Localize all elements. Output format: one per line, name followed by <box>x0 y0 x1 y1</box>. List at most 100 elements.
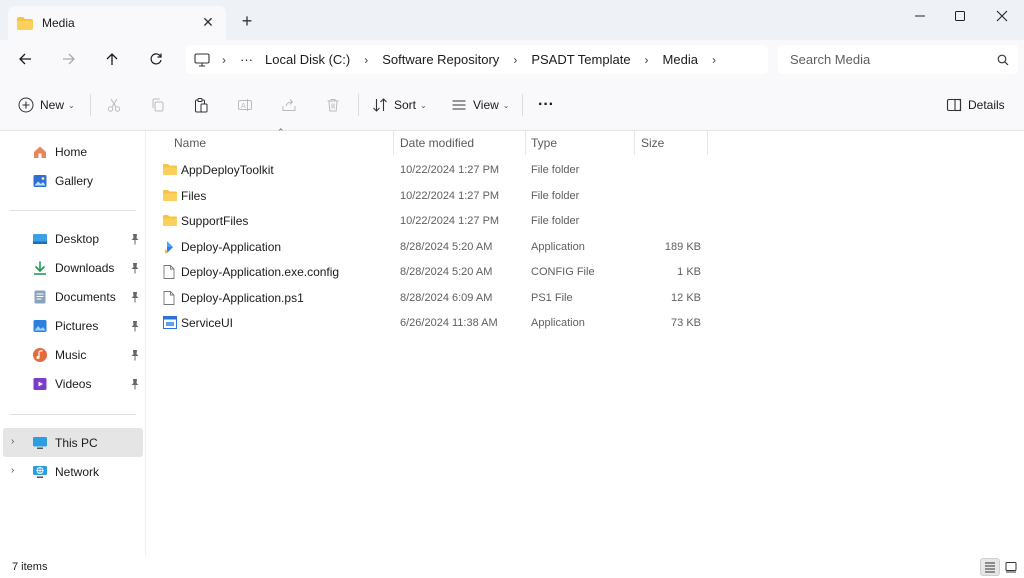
file-size: 189 KB <box>664 241 701 253</box>
folder-icon <box>163 214 177 228</box>
folder-icon <box>163 163 177 177</box>
delete-button[interactable] <box>325 93 341 117</box>
pin-icon[interactable] <box>130 262 140 274</box>
column-header-name[interactable]: Name <box>174 131 206 155</box>
sidebar-item-downloads[interactable]: Downloads <box>0 253 144 282</box>
chevron-right-icon[interactable]: › <box>364 53 368 67</box>
sidebar-item-videos[interactable]: Videos <box>0 369 144 398</box>
view-button[interactable]: View ⌄ <box>451 93 510 117</box>
column-header-size[interactable]: Size <box>641 131 664 155</box>
breadcrumb-media[interactable]: Media <box>663 52 698 67</box>
sidebar-item-desktop[interactable]: Desktop <box>0 224 144 253</box>
chevron-down-icon: ⌄ <box>420 100 427 110</box>
back-button[interactable] <box>11 48 39 70</box>
copy-button[interactable] <box>150 93 166 117</box>
chevron-right-icon[interactable]: › <box>222 53 226 67</box>
sidebar-item-label: Videos <box>55 376 92 391</box>
sidebar-item-this-pc[interactable]: › This PC <box>3 428 143 457</box>
view-icon <box>452 100 466 110</box>
app-icon <box>163 240 177 254</box>
new-tab-button[interactable]: + <box>238 12 256 30</box>
breadcrumb-overflow[interactable]: ··· <box>240 52 253 67</box>
pin-icon[interactable] <box>130 378 140 390</box>
clipboard-icon <box>195 98 208 113</box>
sidebar-item-pictures[interactable]: Pictures <box>0 311 144 340</box>
more-options-button[interactable]: ··· <box>538 93 554 117</box>
chevron-right-icon[interactable]: › <box>712 53 716 67</box>
breadcrumb-psadt-template[interactable]: PSADT Template <box>531 52 630 67</box>
table-row[interactable]: Deploy-Application 8/28/2024 5:20 AM App… <box>159 235 719 260</box>
minimize-button[interactable] <box>900 4 940 28</box>
rename-button[interactable]: A <box>237 93 253 117</box>
computer-icon[interactable] <box>194 52 210 67</box>
forward-button[interactable] <box>55 48 83 70</box>
tiles-view-button[interactable] <box>1001 558 1021 576</box>
up-button[interactable] <box>98 48 126 70</box>
refresh-button[interactable] <box>142 48 170 70</box>
address-bar[interactable]: › ··· Local Disk (C:) › Software Reposit… <box>186 45 768 74</box>
column-divider[interactable] <box>525 131 526 155</box>
table-row[interactable]: Deploy-Application.exe.config 8/28/2024 … <box>159 260 719 285</box>
sidebar-item-home[interactable]: Home <box>0 137 144 166</box>
table-row[interactable]: Files 10/22/2024 1:27 PM File folder <box>159 184 719 209</box>
sort-icon <box>373 98 387 112</box>
table-row[interactable]: ServiceUI 6/26/2024 11:38 AM Application… <box>159 311 719 336</box>
divider <box>90 94 91 116</box>
chevron-right-icon[interactable]: › <box>645 53 649 67</box>
sidebar-item-label: Documents <box>55 289 116 304</box>
table-row[interactable]: AppDeployToolkit 10/22/2024 1:27 PM File… <box>159 158 719 183</box>
pin-icon[interactable] <box>130 320 140 332</box>
chevron-right-icon[interactable]: › <box>513 53 517 67</box>
sort-button[interactable]: Sort ⌄ <box>372 93 427 117</box>
sidebar-item-network[interactable]: › Network <box>0 457 144 486</box>
divider <box>522 94 523 116</box>
breadcrumb-software-repository[interactable]: Software Repository <box>382 52 499 67</box>
details-pane-button[interactable]: Details <box>946 93 1005 117</box>
documents-icon <box>31 288 49 306</box>
sidebar-item-music[interactable]: Music <box>0 340 144 369</box>
network-icon <box>31 463 49 481</box>
folder-icon <box>17 16 33 30</box>
column-divider[interactable] <box>707 131 708 155</box>
maximize-button[interactable] <box>940 4 980 28</box>
tab-close-button[interactable]: ✕ <box>200 14 216 30</box>
file-date: 10/22/2024 1:27 PM <box>400 190 500 202</box>
sidebar-item-gallery[interactable]: Gallery <box>0 166 144 195</box>
view-label: View <box>473 98 499 112</box>
table-row[interactable]: SupportFiles 10/22/2024 1:27 PM File fol… <box>159 209 719 234</box>
file-icon <box>163 291 177 305</box>
search-input[interactable]: Search Media <box>778 45 1018 74</box>
tab-media[interactable]: Media ✕ <box>8 6 226 40</box>
sidebar-item-documents[interactable]: Documents <box>0 282 144 311</box>
column-divider[interactable] <box>634 131 635 155</box>
pin-icon[interactable] <box>130 349 140 361</box>
pin-icon[interactable] <box>130 291 140 303</box>
paste-button[interactable] <box>193 93 209 117</box>
back-arrow-icon <box>19 53 31 65</box>
chevron-right-icon[interactable]: › <box>11 465 14 476</box>
share-button[interactable] <box>281 93 297 117</box>
column-divider[interactable] <box>393 131 394 155</box>
file-name: Deploy-Application.ps1 <box>181 291 304 305</box>
file-type: Application <box>531 317 585 329</box>
close-window-button[interactable] <box>982 4 1022 28</box>
rename-icon: A <box>238 99 252 111</box>
file-type: File folder <box>531 164 580 176</box>
details-pane-icon <box>946 98 962 112</box>
sidebar-item-label: Desktop <box>55 231 100 246</box>
file-name: Files <box>181 189 207 203</box>
copy-icon <box>152 98 164 112</box>
tiles-view-icon <box>1005 562 1017 573</box>
pin-icon[interactable] <box>130 233 140 245</box>
column-header-type[interactable]: Type <box>531 131 557 155</box>
chevron-right-icon[interactable]: › <box>11 436 14 447</box>
sidebar-item-label: Network <box>55 464 100 479</box>
cut-button[interactable] <box>106 93 122 117</box>
details-view-button[interactable] <box>980 558 1000 576</box>
column-header-date[interactable]: Date modified <box>400 131 474 155</box>
new-button[interactable]: New ⌄ <box>18 93 75 117</box>
breadcrumb-local-disk[interactable]: Local Disk (C:) <box>265 52 350 67</box>
share-icon <box>282 99 296 111</box>
search-icon[interactable] <box>988 54 1018 66</box>
table-row[interactable]: Deploy-Application.ps1 8/28/2024 6:09 AM… <box>159 286 719 311</box>
